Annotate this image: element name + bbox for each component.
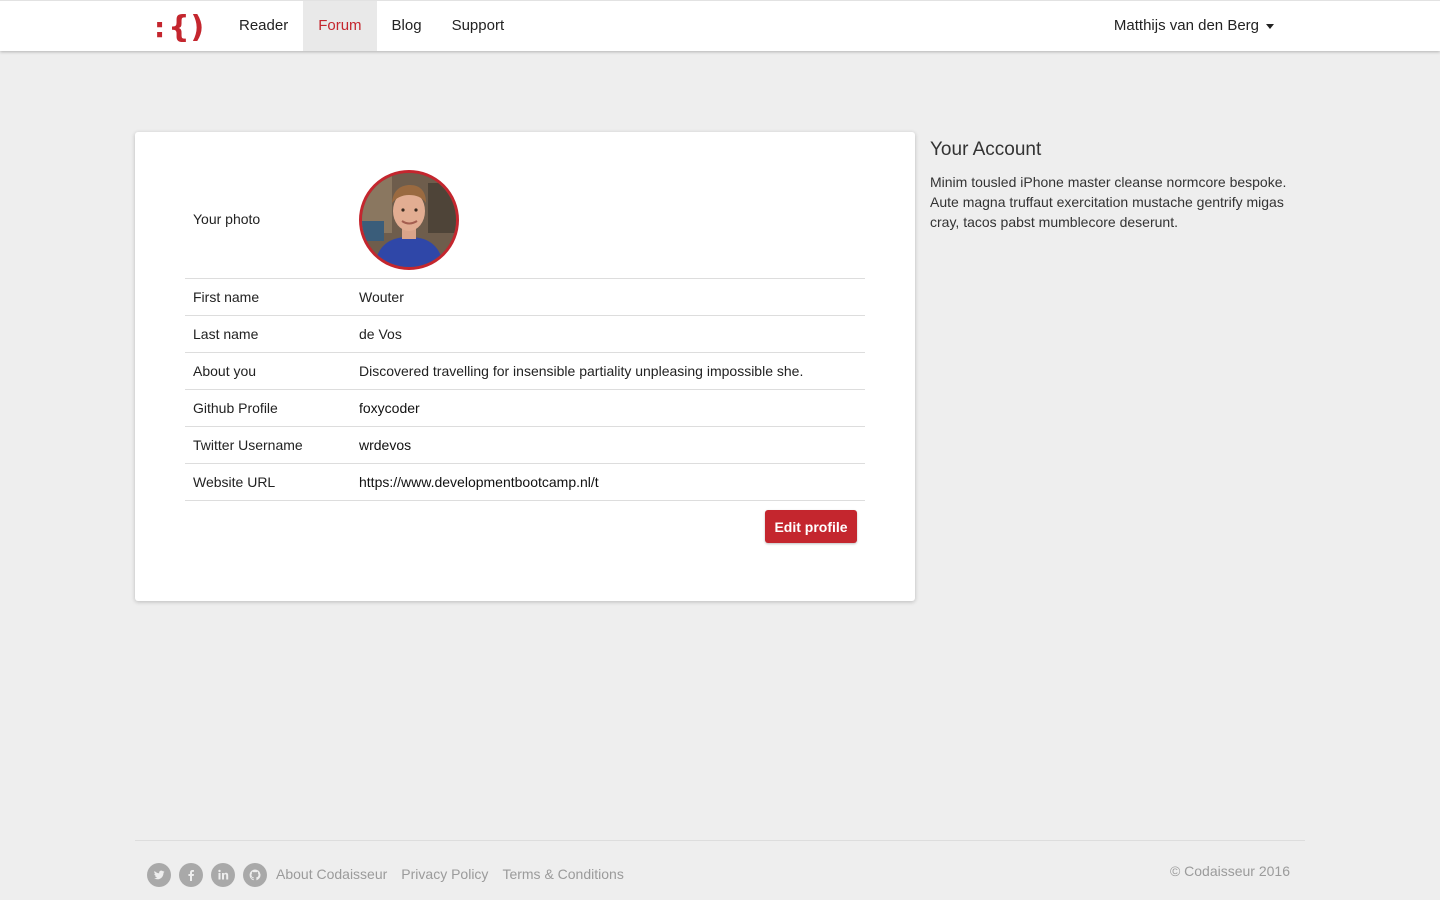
table-row-first-name: First name Wouter (185, 279, 865, 316)
nav-item-reader[interactable]: Reader (224, 1, 303, 51)
avatar (359, 170, 459, 270)
profile-fields: First name Wouter Last name de Vos About… (185, 279, 865, 501)
photo-row: Your photo (185, 168, 865, 279)
table-row-github: Github Profile foxycoder (185, 390, 865, 427)
linkedin-icon[interactable] (211, 863, 235, 887)
nav-item-blog[interactable]: Blog (377, 1, 437, 51)
field-label: First name (193, 289, 260, 305)
twitter-icon[interactable] (147, 863, 171, 887)
field-label: Last name (193, 326, 259, 342)
footer-links: About Codaisseur Privacy Policy Terms & … (276, 866, 624, 882)
table-row-last-name: Last name de Vos (185, 316, 865, 353)
field-label: Twitter Username (193, 437, 303, 453)
footer-link-privacy[interactable]: Privacy Policy (401, 866, 488, 882)
website-link[interactable]: https://www.developmentbootcamp.nl/t (359, 474, 599, 490)
table-row-twitter: Twitter Username wrdevos (185, 427, 865, 464)
field-value: de Vos (359, 326, 402, 342)
field-value: Wouter (359, 289, 404, 305)
sidebar-title: Your Account (930, 139, 1042, 160)
codaisseur-logo[interactable]: :{) (154, 9, 205, 45)
user-name: Matthijs van den Berg (1113, 17, 1259, 34)
edit-profile-button[interactable]: Edit profile (765, 510, 857, 543)
avatar-photo (362, 173, 456, 267)
nav-item-forum[interactable]: Forum (303, 1, 377, 51)
profile-card: Your photo First name Wouter Last name d… (135, 132, 915, 601)
field-label: Github Profile (193, 400, 278, 416)
sidebar-text: Minim tousled iPhone master cleanse norm… (930, 174, 1287, 230)
footer-divider (135, 840, 1305, 841)
social-links (147, 863, 267, 887)
github-link[interactable]: foxycoder (359, 400, 420, 416)
nav-item-support[interactable]: Support (437, 1, 520, 51)
main-nav: Reader Forum Blog Support (224, 1, 519, 51)
footer-link-about[interactable]: About Codaisseur (276, 866, 387, 882)
github-icon[interactable] (243, 863, 267, 887)
caret-down-icon (1266, 23, 1274, 29)
photo-label: Your photo (193, 211, 261, 227)
field-label: About you (193, 363, 257, 379)
user-menu-dropdown[interactable]: Matthijs van den Berg (1114, 1, 1274, 51)
table-row-about: About you Discovered travelling for inse… (185, 353, 865, 390)
copyright: © Codaisseur 2016 (1169, 863, 1290, 879)
field-value: Discovered travelling for insensible par… (359, 363, 804, 379)
top-navbar: :{) Reader Forum Blog Support Matthijs v… (0, 0, 1440, 51)
twitter-link[interactable]: wrdevos (359, 437, 411, 453)
field-label: Website URL (193, 474, 276, 490)
table-row-website: Website URL https://www.developmentbootc… (185, 464, 865, 501)
facebook-icon[interactable] (179, 863, 203, 887)
footer-link-terms[interactable]: Terms & Conditions (502, 866, 623, 882)
